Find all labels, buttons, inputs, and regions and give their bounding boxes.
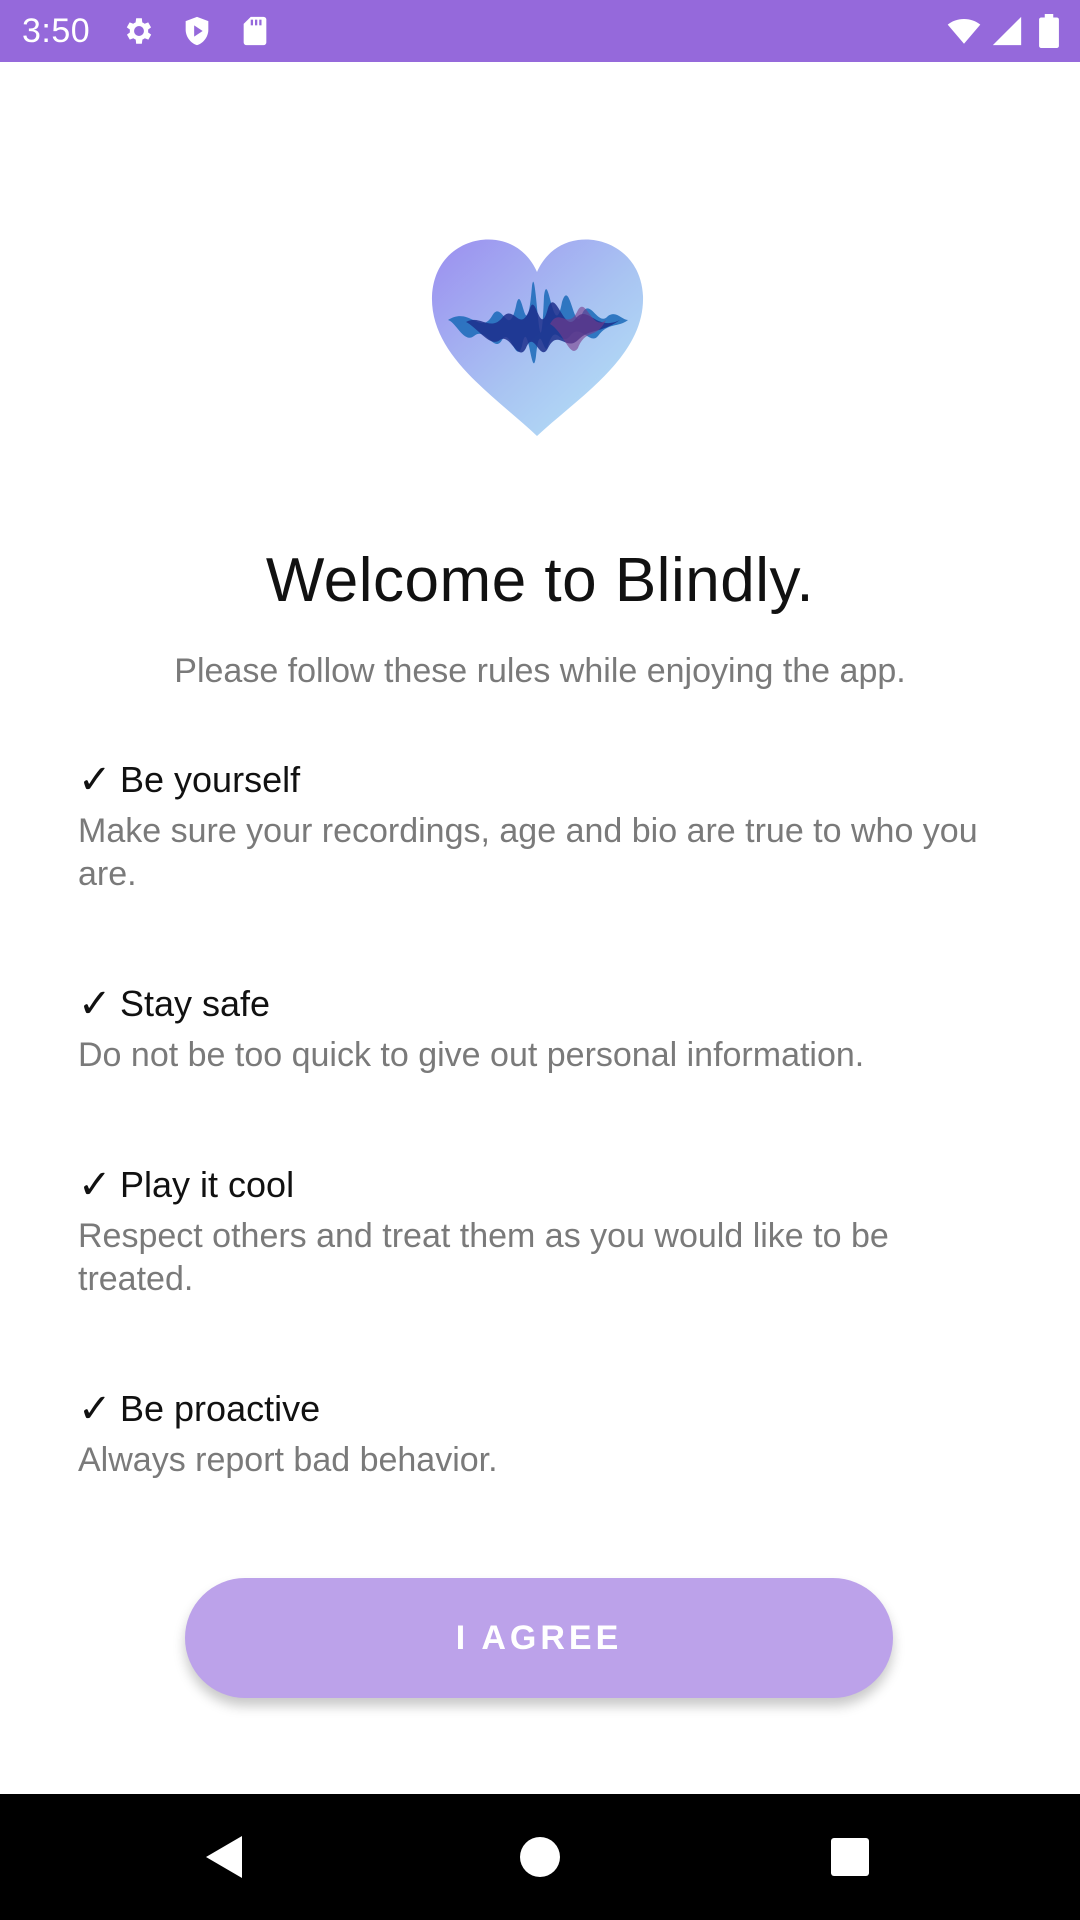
recents-icon[interactable]	[815, 1822, 885, 1892]
rule-description: Do not be too quick to give out personal…	[78, 1036, 865, 1074]
rule-play-it-cool: ✓ Play it cool Respect others and treat …	[78, 1163, 1008, 1301]
agree-button[interactable]: I AGREE	[185, 1578, 893, 1698]
rule-title: Be yourself	[120, 759, 301, 800]
welcome-subtitle: Please follow these rules while enjoying…	[174, 652, 906, 690]
rule-description: Make sure your recordings, age and bio a…	[78, 812, 978, 893]
rule-be-yourself: ✓ Be yourself Make sure your recordings,…	[78, 758, 1008, 896]
rule-description: Respect others and treat them as you wou…	[78, 1217, 889, 1298]
heart-waveform-logo	[430, 236, 645, 436]
rule-stay-safe: ✓ Stay safe Do not be too quick to give …	[78, 982, 1008, 1077]
checkmark-icon: ✓	[78, 758, 112, 802]
signal-icon	[990, 14, 1024, 48]
battery-icon	[1036, 14, 1062, 48]
home-icon[interactable]	[505, 1822, 575, 1892]
status-bar: 3:50	[0, 0, 1080, 62]
agree-button-label: I AGREE	[455, 1618, 623, 1657]
sd-card-icon	[238, 14, 272, 48]
gear-icon	[122, 14, 156, 48]
welcome-title: Welcome to Blindly.	[265, 546, 815, 615]
back-icon[interactable]	[190, 1822, 260, 1892]
rule-description: Always report bad behavior.	[78, 1441, 498, 1479]
rule-title: Be proactive	[120, 1388, 321, 1429]
navigation-bar	[0, 1794, 1080, 1920]
wifi-icon	[944, 14, 984, 48]
rule-title: Play it cool	[120, 1164, 295, 1205]
rule-be-proactive: ✓ Be proactive Always report bad behavio…	[78, 1387, 1008, 1482]
checkmark-icon: ✓	[78, 1387, 112, 1431]
shield-icon	[180, 14, 214, 48]
checkmark-icon: ✓	[78, 982, 112, 1026]
rule-title: Stay safe	[120, 983, 271, 1024]
status-time: 3:50	[22, 12, 91, 50]
checkmark-icon: ✓	[78, 1163, 112, 1207]
